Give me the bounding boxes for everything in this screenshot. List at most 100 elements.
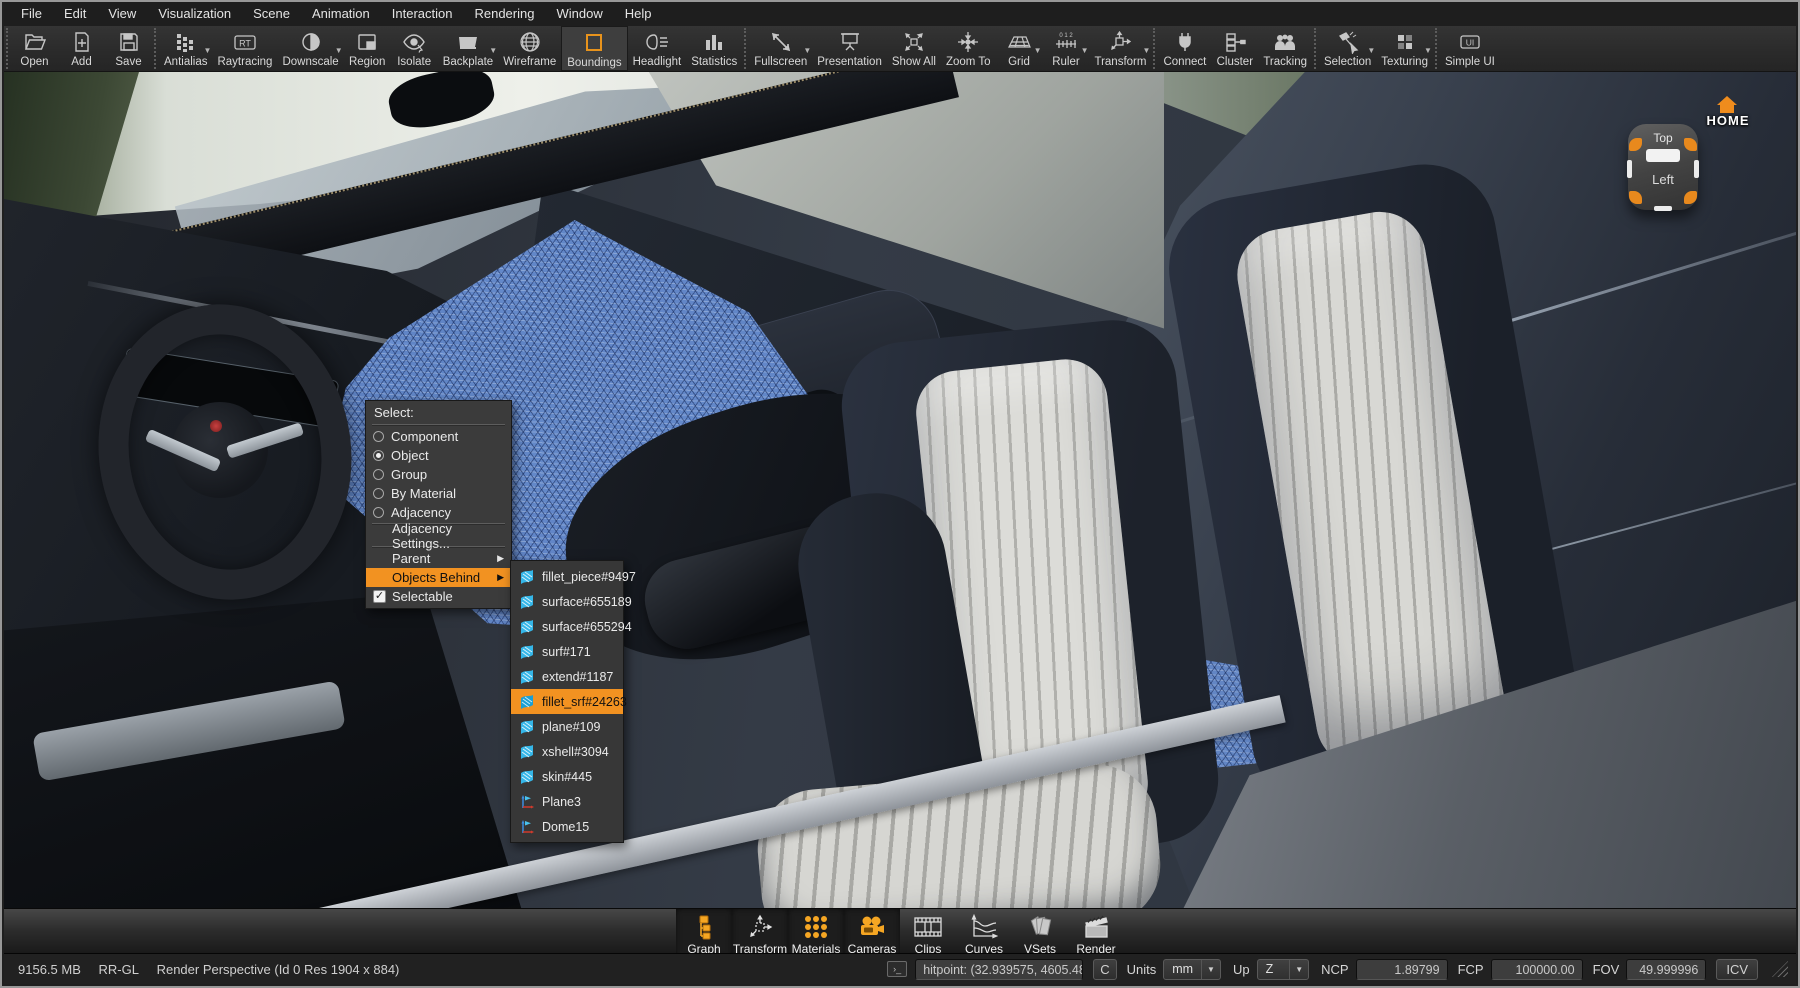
main-toolbar: Open Add Save Antialias ▼ RT Raytracing … <box>4 26 1796 72</box>
submenu-item[interactable]: fillet_piece#9497 <box>511 564 623 589</box>
toolbar-button-boundings[interactable]: Boundings <box>561 26 627 71</box>
ncp-input[interactable]: 1.89799 <box>1356 959 1448 980</box>
toolbar-button-isolate[interactable]: Isolate <box>391 26 438 71</box>
dropdown-arrow-icon[interactable]: ▼ <box>1034 46 1042 55</box>
submenu-item-highlighted[interactable]: fillet_srf#24263 <box>511 689 623 714</box>
toolbar-button-wireframe[interactable]: Wireframe <box>498 26 561 71</box>
toolbar-button-tracking[interactable]: Tracking <box>1258 26 1312 71</box>
dropdown-arrow-icon[interactable]: ▼ <box>1367 46 1375 55</box>
units-dropdown[interactable]: mm ▼ <box>1163 959 1221 980</box>
menu-view[interactable]: View <box>97 2 147 26</box>
fcp-input[interactable]: 100000.00 <box>1491 959 1583 980</box>
menu-visualization[interactable]: Visualization <box>147 2 242 26</box>
menu-animation[interactable]: Animation <box>301 2 381 26</box>
viewcube-left-face[interactable]: Left <box>1628 172 1698 187</box>
module-button-transform[interactable]: Transform <box>732 909 788 958</box>
toolbar-button-antialias[interactable]: Antialias ▼ <box>159 26 212 71</box>
fov-input[interactable]: 49.999996 <box>1626 959 1706 980</box>
submenu-item[interactable]: Plane3 <box>511 789 623 814</box>
resize-grip[interactable] <box>1772 961 1788 977</box>
viewcube-top-face[interactable]: Top <box>1628 131 1698 145</box>
module-button-curves[interactable]: Curves <box>956 909 1012 958</box>
submenu-item[interactable]: xshell#3094 <box>511 739 623 764</box>
dropdown-arrow-icon[interactable]: ▼ <box>1081 46 1089 55</box>
submenu-item[interactable]: surface#655294 <box>511 614 623 639</box>
c-button[interactable]: C <box>1093 959 1116 980</box>
menu-interaction[interactable]: Interaction <box>381 2 464 26</box>
menu-item-adjacency[interactable]: Adjacency <box>366 503 511 522</box>
toolbar-button-fullscreen[interactable]: Fullscreen ▼ <box>749 26 812 71</box>
menu-scene[interactable]: Scene <box>242 2 301 26</box>
toolbar-button-connect[interactable]: Connect <box>1158 26 1211 71</box>
toolbar-button-region[interactable]: Region <box>344 26 391 71</box>
submenu-item[interactable]: Dome15 <box>511 814 623 839</box>
dropdown-arrow-icon[interactable]: ▼ <box>204 46 212 55</box>
menu-help[interactable]: Help <box>614 2 663 26</box>
toolbar-button-presentation[interactable]: Presentation <box>812 26 887 71</box>
toolbar-button-raytracing[interactable]: RT Raytracing <box>212 26 277 71</box>
menu-rendering[interactable]: Rendering <box>463 2 545 26</box>
render-viewport[interactable] <box>4 72 1796 908</box>
menu-item-adjacency-settings[interactable]: Adjacency Settings... <box>366 526 511 545</box>
toolbar-button-open[interactable]: Open <box>11 26 58 71</box>
viewcube-edge[interactable] <box>1654 206 1672 211</box>
chevron-down-icon: ▼ <box>1289 960 1308 979</box>
toolbar-button-save[interactable]: Save <box>105 26 152 71</box>
graph-icon <box>691 911 717 943</box>
hitpoint-input[interactable]: hitpoint: (32.939575, 4605.4809... <box>915 959 1083 980</box>
module-button-materials[interactable]: Materials <box>788 909 844 958</box>
menu-edit[interactable]: Edit <box>53 2 97 26</box>
toolbar-button-show-all[interactable]: Show All <box>887 26 941 71</box>
menu-item-group[interactable]: Group <box>366 465 511 484</box>
viewcube-corner[interactable] <box>1629 191 1642 204</box>
menu-item-object[interactable]: Object <box>366 446 511 465</box>
icv-button[interactable]: ICV <box>1716 959 1758 980</box>
menu-item-component[interactable]: Component <box>366 427 511 446</box>
menubar: File Edit View Visualization Scene Anima… <box>4 2 1796 26</box>
toolbar-button-downscale[interactable]: Downscale ▼ <box>277 26 343 71</box>
viewcube[interactable]: Top Left <box>1628 124 1698 210</box>
up-axis-dropdown[interactable]: Z ▼ <box>1257 959 1310 980</box>
submenu-item[interactable]: extend#1187 <box>511 664 623 689</box>
toolbar-button-statistics[interactable]: Statistics <box>686 26 742 71</box>
toolbar-button-texturing[interactable]: Texturing ▼ <box>1376 26 1433 71</box>
dropdown-arrow-icon[interactable]: ▼ <box>1424 46 1432 55</box>
toolbar-button-ruler[interactable]: 0 1 2 Ruler ▼ <box>1042 26 1089 71</box>
toolbar-button-headlight[interactable]: Headlight <box>628 26 687 71</box>
menu-window[interactable]: Window <box>545 2 613 26</box>
submenu-item[interactable]: plane#109 <box>511 714 623 739</box>
chevron-down-icon: ▼ <box>1201 960 1220 979</box>
menu-item-selectable[interactable]: ✓ Selectable <box>366 587 511 606</box>
module-button-cameras[interactable]: Cameras <box>844 909 900 958</box>
toolbar-button-grid[interactable]: Grid ▼ <box>995 26 1042 71</box>
ncp-label: NCP <box>1321 962 1348 977</box>
raytracing-icon: RT <box>232 28 258 55</box>
module-button-render[interactable]: Render <box>1068 909 1124 958</box>
console-icon[interactable]: ›_ <box>887 961 907 977</box>
toolbar-button-add[interactable]: Add <box>58 26 105 71</box>
menu-item-parent[interactable]: Parent ▶ <box>366 549 511 568</box>
viewcube-front-edge[interactable] <box>1646 149 1680 162</box>
toolbar-button-zoom-to[interactable]: Zoom To <box>941 26 996 71</box>
submenu-item[interactable]: surface#655189 <box>511 589 623 614</box>
menu-item-objects-behind[interactable]: Objects Behind ▶ <box>366 568 511 587</box>
toolbar-button-simple-ui[interactable]: UI Simple UI <box>1440 26 1500 71</box>
module-button-graph[interactable]: Graph <box>676 909 732 958</box>
dropdown-arrow-icon[interactable]: ▼ <box>1143 46 1151 55</box>
dropdown-arrow-icon[interactable]: ▼ <box>335 46 343 55</box>
presentation-icon <box>838 28 862 55</box>
submenu-item[interactable]: skin#445 <box>511 764 623 789</box>
home-button[interactable]: HOME <box>1702 96 1754 130</box>
menu-item-by-material[interactable]: By Material <box>366 484 511 503</box>
submenu-item[interactable]: surf#171 <box>511 639 623 664</box>
module-button-clips[interactable]: Clips <box>900 909 956 958</box>
dropdown-arrow-icon[interactable]: ▼ <box>803 46 811 55</box>
dropdown-arrow-icon[interactable]: ▼ <box>489 46 497 55</box>
toolbar-button-transform[interactable]: Transform ▼ <box>1089 26 1151 71</box>
toolbar-button-backplate[interactable]: Backplate ▼ <box>438 26 499 71</box>
toolbar-button-cluster[interactable]: Cluster <box>1211 26 1258 71</box>
module-button-vsets[interactable]: VSets <box>1012 909 1068 958</box>
menu-file[interactable]: File <box>10 2 53 26</box>
open-icon <box>23 28 47 55</box>
toolbar-button-selection[interactable]: Selection ▼ <box>1319 26 1376 71</box>
